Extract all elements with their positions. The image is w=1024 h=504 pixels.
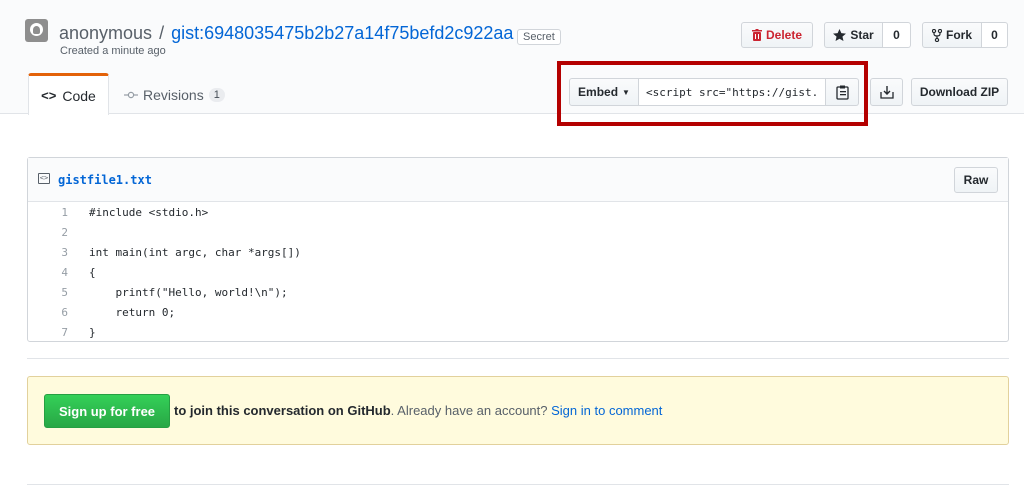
line-content: int main(int argc, char *args[]): [89, 245, 301, 259]
line-number[interactable]: 7: [28, 326, 68, 339]
raw-button[interactable]: Raw: [954, 167, 998, 193]
line-number[interactable]: 3: [28, 246, 68, 259]
user-avatar-icon[interactable]: [25, 19, 48, 42]
fork-count[interactable]: 0: [982, 22, 1008, 48]
gist-id-link[interactable]: gist:6948035475b2b27a14f75befd2c922aa: [171, 23, 513, 43]
line-number[interactable]: 1: [28, 206, 68, 219]
line-number[interactable]: 5: [28, 286, 68, 299]
fork-icon: [931, 28, 942, 42]
signup-prompt: Sign up for free to join this conversati…: [27, 376, 1009, 445]
file-box: <> gistfile1.txt Raw 1 #include <stdio.h>…: [27, 157, 1009, 342]
file-header: <> gistfile1.txt Raw: [28, 158, 1008, 202]
gist-title: anonymous / gist:6948035475b2b27a14f75be…: [59, 23, 513, 44]
tab-code[interactable]: <> Code: [28, 73, 109, 115]
code-line: 4{: [28, 262, 96, 282]
star-count[interactable]: 0: [883, 22, 911, 48]
signin-link[interactable]: Sign in to comment: [551, 403, 662, 418]
trash-icon: [751, 29, 762, 41]
delete-label: Delete: [765, 28, 803, 42]
star-label: Star: [850, 28, 874, 42]
commit-icon: [124, 91, 138, 99]
signup-message: to join this conversation on GitHub. Alr…: [174, 403, 662, 418]
revisions-count-badge: 1: [208, 88, 225, 102]
secret-badge: Secret: [517, 29, 561, 45]
divider: [27, 358, 1009, 359]
line-content: }: [89, 325, 96, 339]
star-icon: [833, 29, 847, 41]
gist-header: anonymous / gist:6948035475b2b27a14f75be…: [0, 0, 1024, 126]
embed-highlight-annotation: [557, 61, 868, 126]
code-file-icon: <>: [38, 173, 50, 184]
line-number[interactable]: 4: [28, 266, 68, 279]
signup-button[interactable]: Sign up for free: [44, 394, 170, 428]
divider: [27, 484, 1009, 485]
file-name-link[interactable]: gistfile1.txt: [58, 173, 152, 187]
fork-button[interactable]: Fork: [922, 22, 982, 48]
code-line: 2: [28, 222, 89, 242]
line-number[interactable]: 2: [28, 226, 68, 239]
code-line: 5 printf("Hello, world!\n");: [28, 282, 288, 302]
signup-mid-text: . Already have an account?: [390, 403, 552, 418]
code-line: 7}: [28, 322, 96, 342]
code-line: 6 return 0;: [28, 302, 175, 322]
owner-link[interactable]: anonymous: [59, 23, 152, 43]
created-timestamp: Created a minute ago: [60, 45, 166, 57]
tab-revisions[interactable]: Revisions 1: [124, 84, 225, 106]
code-line: 3 int main(int argc, char *args[]): [28, 242, 301, 262]
tab-revisions-label: Revisions: [143, 87, 204, 103]
download-zip-button[interactable]: Download ZIP: [911, 78, 1008, 106]
star-button[interactable]: Star: [824, 22, 883, 48]
download-icon: [879, 86, 894, 99]
tab-code-label: Code: [62, 87, 96, 104]
code-icon: <>: [41, 88, 57, 103]
line-content: {: [89, 265, 96, 279]
fork-label: Fork: [945, 28, 972, 42]
download-button[interactable]: [870, 78, 903, 106]
title-separator: /: [159, 23, 165, 43]
line-content: #include <stdio.h>: [89, 205, 209, 219]
code-line: 1 #include <stdio.h>: [28, 202, 208, 222]
signup-bold-text: to join this conversation on GitHub: [174, 403, 391, 418]
line-content: printf("Hello, world!\n");: [89, 285, 288, 299]
delete-button[interactable]: Delete: [741, 22, 813, 48]
line-content: return 0;: [89, 305, 176, 319]
line-number[interactable]: 6: [28, 306, 68, 319]
